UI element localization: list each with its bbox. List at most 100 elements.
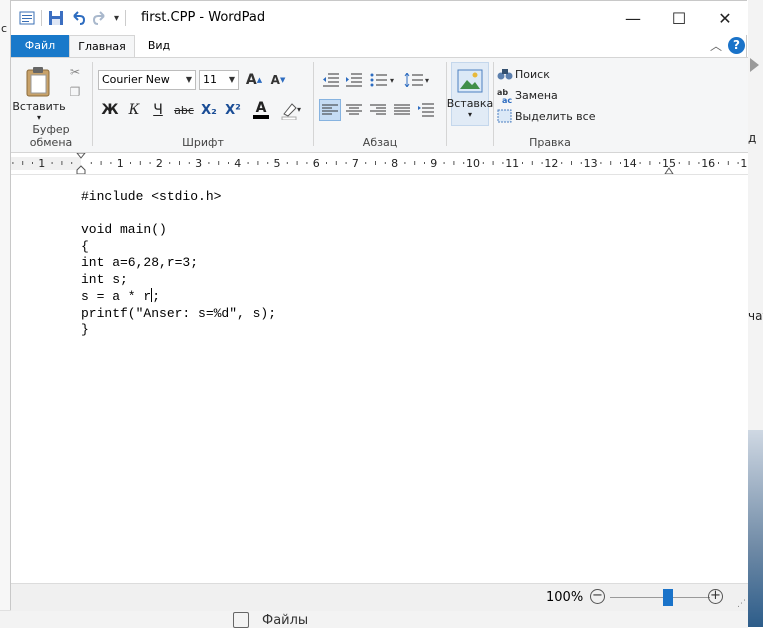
status-bar: 100% − + ⋰ bbox=[11, 583, 748, 611]
copy-icon[interactable]: ❐ bbox=[67, 84, 83, 100]
zoom-out-button[interactable]: − bbox=[590, 589, 605, 604]
ruler-tick bbox=[453, 161, 455, 165]
ruler-tick bbox=[139, 161, 141, 165]
undo-icon[interactable] bbox=[70, 10, 86, 26]
paste-button[interactable]: Вставить ▾ bbox=[12, 62, 66, 126]
ruler-tick bbox=[71, 162, 73, 164]
wordpad-app-icon[interactable] bbox=[19, 10, 35, 26]
underline-button[interactable]: Ч bbox=[148, 100, 168, 120]
subscript-button[interactable]: X₂ bbox=[198, 100, 220, 120]
collapse-ribbon-icon[interactable]: ︿ bbox=[710, 37, 722, 54]
taskbar-item-files[interactable]: Файлы bbox=[262, 613, 308, 628]
ruler[interactable]: 11234567891011121314151617 bbox=[11, 153, 748, 175]
ruler-tick bbox=[482, 162, 484, 164]
document-area[interactable]: #include <stdio.h> void main() { int a=6… bbox=[11, 175, 748, 583]
font-size-select[interactable]: 11 ▼ bbox=[199, 70, 239, 90]
find-label: Поиск bbox=[515, 67, 550, 81]
separator bbox=[493, 62, 494, 146]
ribbon: Вставить ▾ ✂ ❐ Буфер обмена Courier New … bbox=[11, 57, 748, 153]
select-all-button[interactable]: Выделить все bbox=[497, 107, 603, 125]
align-center-icon[interactable] bbox=[343, 99, 365, 121]
resize-grip-icon[interactable]: ⋰ bbox=[737, 599, 746, 609]
maximize-icon: ☐ bbox=[671, 8, 687, 28]
align-left-icon[interactable] bbox=[319, 99, 341, 121]
tab-file[interactable]: Файл bbox=[11, 35, 69, 57]
increase-indent-icon[interactable] bbox=[344, 70, 364, 90]
background-image bbox=[748, 430, 763, 627]
justify-icon[interactable] bbox=[391, 99, 413, 121]
svg-text:▾: ▾ bbox=[297, 105, 301, 114]
maximize-button[interactable]: ☐ bbox=[656, 1, 702, 35]
plus-icon: + bbox=[710, 588, 721, 603]
ruler-label: 17 bbox=[740, 157, 748, 170]
strikethrough-button[interactable]: abc bbox=[172, 100, 196, 120]
background-left-strip: с bbox=[0, 0, 10, 627]
cut-icon[interactable]: ✂ bbox=[67, 64, 83, 80]
decrease-indent-icon[interactable] bbox=[321, 70, 341, 90]
folder-icon bbox=[233, 612, 249, 628]
group-paragraph: ▾ ▾ Абзац bbox=[315, 58, 445, 152]
font-size-value: 11 bbox=[203, 73, 217, 86]
ruler-label: 14 bbox=[623, 157, 637, 170]
code-line: } bbox=[81, 322, 89, 337]
ruler-tick bbox=[90, 162, 92, 164]
editing-group-label: Правка bbox=[529, 136, 571, 149]
align-right-icon[interactable] bbox=[367, 99, 389, 121]
quick-access-toolbar: ▾ bbox=[19, 9, 132, 27]
ruler-tick bbox=[179, 161, 180, 165]
ruler-tick bbox=[228, 162, 229, 164]
tab-view[interactable]: Вид bbox=[139, 35, 179, 57]
redo-icon[interactable] bbox=[92, 10, 108, 26]
separator bbox=[92, 62, 93, 146]
ruler-tick bbox=[384, 162, 386, 164]
ruler-tick bbox=[247, 162, 249, 164]
insert-button[interactable]: Вставка ▾ bbox=[447, 62, 493, 126]
ruler-tick bbox=[541, 162, 543, 164]
ruler-tick bbox=[492, 161, 494, 165]
ruler-tick bbox=[463, 162, 465, 164]
ruler-label: 3 bbox=[195, 157, 202, 170]
ruler-tick bbox=[688, 161, 690, 165]
highlight-button[interactable]: ▾ bbox=[276, 98, 306, 122]
bullets-icon[interactable]: ▾ bbox=[369, 70, 397, 90]
chevron-down-icon: ▼ bbox=[185, 75, 192, 84]
ruler-label: 6 bbox=[313, 157, 320, 170]
paragraph-group-label: Абзац bbox=[362, 136, 398, 149]
save-icon[interactable] bbox=[48, 10, 64, 26]
ruler-margin-left bbox=[11, 157, 81, 170]
code-line: int a=6,28,r=3; bbox=[81, 255, 199, 270]
zoom-slider-track[interactable] bbox=[610, 597, 710, 598]
paragraph-settings-icon[interactable] bbox=[415, 99, 437, 121]
ruler-label: 5 bbox=[274, 157, 281, 170]
bold-button[interactable]: Ж bbox=[100, 100, 120, 120]
ruler-tick bbox=[286, 162, 288, 164]
ruler-label: 4 bbox=[234, 157, 241, 170]
zoom-slider-thumb[interactable] bbox=[663, 589, 673, 606]
minimize-button[interactable]: — bbox=[610, 1, 656, 35]
help-button[interactable]: ? bbox=[728, 37, 745, 54]
document-text[interactable]: #include <stdio.h> void main() { int a=6… bbox=[81, 189, 276, 339]
superscript-button[interactable]: X² bbox=[222, 100, 244, 120]
font-color-button[interactable]: A bbox=[248, 98, 274, 122]
ruler-tick bbox=[522, 162, 523, 164]
zoom-in-button[interactable]: + bbox=[708, 589, 723, 604]
grow-font-icon[interactable]: A ▲ bbox=[244, 70, 264, 90]
chevron-down-icon: ▾ bbox=[467, 110, 472, 119]
tab-home[interactable]: Главная bbox=[69, 35, 135, 57]
ruler-tick bbox=[620, 162, 621, 164]
font-family-select[interactable]: Courier New ▼ bbox=[98, 70, 196, 90]
line-spacing-icon[interactable]: ▾ bbox=[403, 70, 433, 90]
separator bbox=[313, 62, 314, 146]
clipboard-group-label: Буфер обмена bbox=[29, 123, 73, 149]
close-button[interactable]: ✕ bbox=[702, 1, 748, 35]
ruler-tick bbox=[639, 162, 641, 164]
find-button[interactable]: Поиск bbox=[497, 65, 597, 83]
ribbon-tabs: Файл Главная Вид ︿ ? bbox=[11, 35, 748, 57]
shrink-font-icon[interactable]: A ▼ bbox=[268, 70, 288, 90]
ruler-tick bbox=[208, 162, 210, 164]
customize-qat-icon[interactable]: ▾ bbox=[114, 13, 119, 24]
font-family-value: Courier New bbox=[102, 73, 170, 86]
italic-button[interactable]: К bbox=[124, 100, 144, 120]
replace-button[interactable]: ab ac Замена bbox=[497, 86, 597, 104]
ruler-tick bbox=[610, 161, 612, 165]
